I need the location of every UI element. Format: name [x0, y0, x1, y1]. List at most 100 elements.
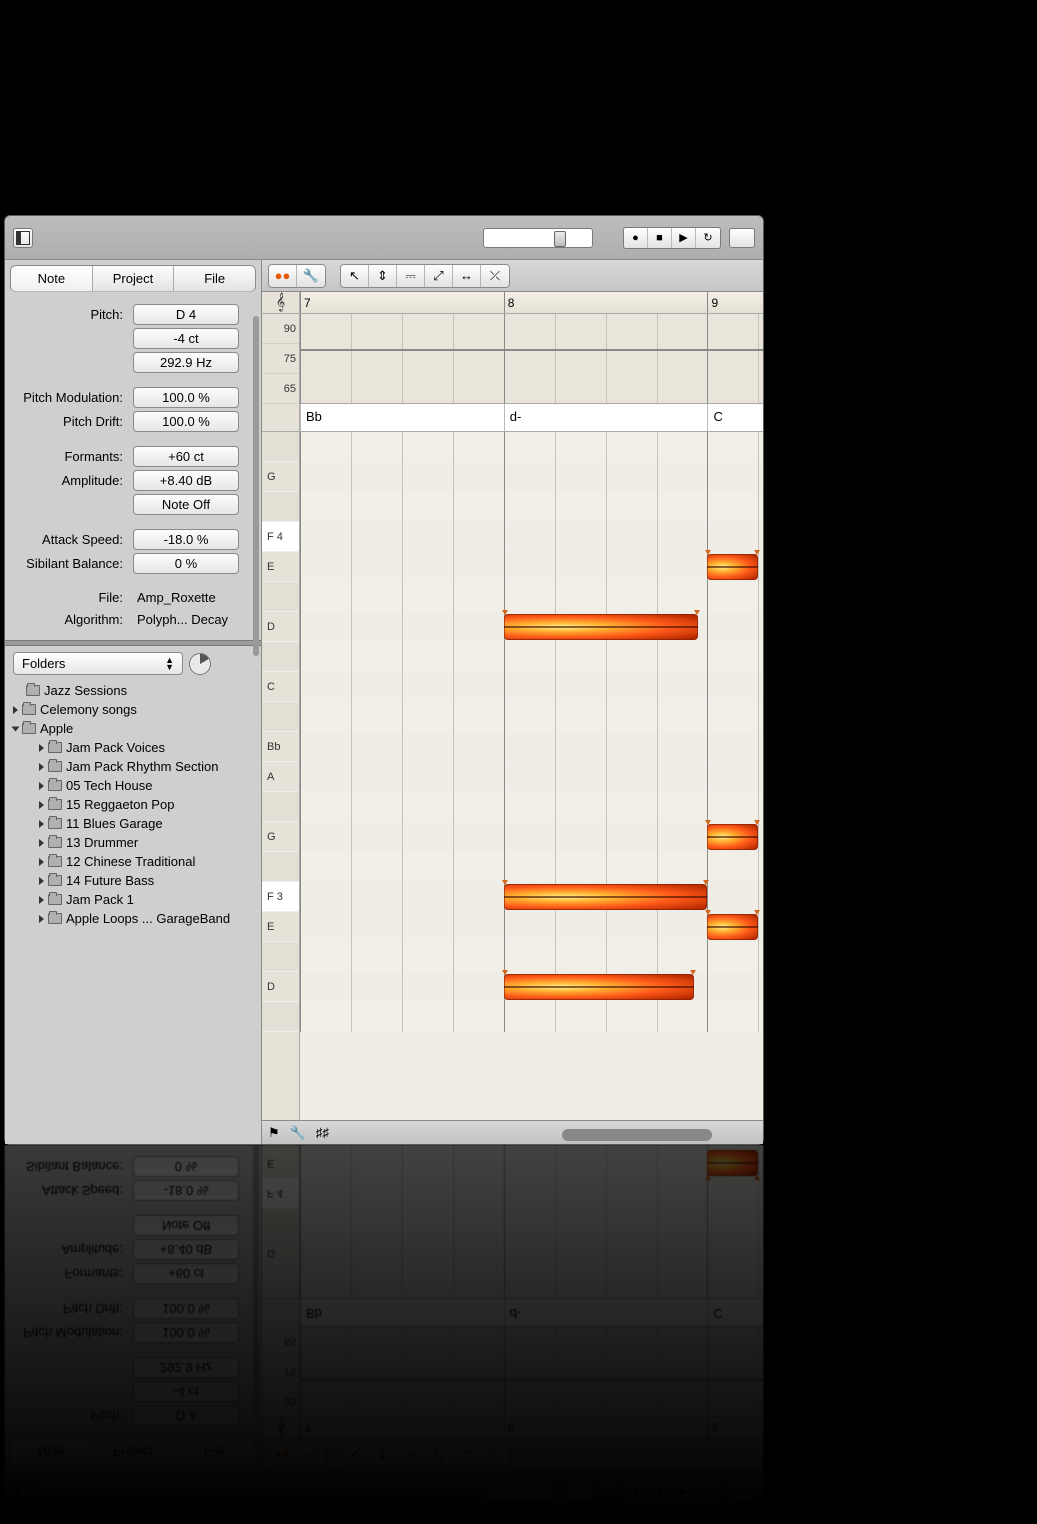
split-tool[interactable]: ⤫: [481, 265, 509, 287]
sidebar-scrollbar[interactable]: [253, 1145, 259, 1414]
pitch-lane[interactable]: [300, 1145, 763, 1298]
note-blob[interactable]: [504, 974, 694, 1000]
pitch-drift-field[interactable]: 100.0 %: [133, 1298, 239, 1319]
time-tool[interactable]: ↔: [453, 1444, 481, 1466]
folder-item[interactable]: Jam Pack 1: [13, 890, 253, 909]
note-blob[interactable]: [707, 1150, 758, 1176]
extra-button[interactable]: [729, 228, 755, 248]
blob-tool[interactable]: ●●: [269, 265, 297, 287]
sidebar-toggle-button[interactable]: [13, 228, 33, 248]
bar-ruler[interactable]: 7 8 9: [300, 292, 763, 314]
note-blob[interactable]: [707, 914, 758, 940]
tab-project[interactable]: Project: [93, 266, 175, 291]
bar-marker[interactable]: 9: [707, 1417, 718, 1438]
zoom-slider[interactable]: [483, 1483, 593, 1503]
folder-item[interactable]: Jam Pack Rhythm Section: [13, 757, 253, 776]
folder-item[interactable]: 11 Blues Garage: [13, 814, 253, 833]
pitch-hz-field[interactable]: 292.9 Hz: [133, 1357, 239, 1378]
attack-field[interactable]: -18.0 %: [133, 1180, 239, 1201]
bar-marker[interactable]: 8: [504, 1417, 515, 1438]
tab-file[interactable]: File: [174, 266, 255, 291]
folder-item[interactable]: 05 Tech House: [13, 776, 253, 795]
record-button[interactable]: ●: [624, 1483, 648, 1503]
pitch-drift-field[interactable]: 100.0 %: [133, 411, 239, 432]
browser-mode-select[interactable]: Folders ▲▼: [13, 652, 183, 675]
amplitude-lane[interactable]: [300, 1326, 763, 1416]
tab-note[interactable]: Note: [11, 266, 93, 291]
pitch-tool[interactable]: ⇕: [369, 1444, 397, 1466]
horizontal-scrollbar[interactable]: [562, 1129, 712, 1141]
wrench-icon[interactable]: 🔧: [290, 1125, 306, 1141]
tab-note[interactable]: Note: [11, 1439, 93, 1464]
formants-field[interactable]: +60 ct: [133, 1263, 239, 1284]
blob-tool[interactable]: ●●: [269, 1444, 297, 1466]
folder-item[interactable]: 13 Drummer: [13, 833, 253, 852]
amplitude-lane[interactable]: [300, 314, 763, 404]
sibilant-field[interactable]: 0 %: [133, 553, 239, 574]
amplitude-field[interactable]: +8.40 dB: [133, 470, 239, 491]
bar-marker[interactable]: 8: [504, 292, 515, 313]
amplitude-tool[interactable]: ⤢: [425, 1444, 453, 1466]
bar-marker[interactable]: 7: [300, 292, 311, 313]
noteoff-button[interactable]: Note Off: [133, 494, 239, 515]
chord-lane[interactable]: Bb d- C: [300, 404, 763, 432]
chord-marker[interactable]: d-: [504, 404, 522, 431]
split-tool[interactable]: ⤫: [481, 1444, 509, 1466]
formants-field[interactable]: +60 ct: [133, 446, 239, 467]
pitch-hz-field[interactable]: 292.9 Hz: [133, 352, 239, 373]
folder-item[interactable]: Apple: [13, 719, 253, 738]
folder-item[interactable]: Celemony songs: [13, 700, 253, 719]
arrow-tool[interactable]: ↖: [341, 1444, 369, 1466]
stop-button[interactable]: ■: [648, 228, 672, 248]
pitch-note-field[interactable]: D 4: [133, 1405, 239, 1426]
editor-grid[interactable]: 7 8 9 Bb d- C: [300, 292, 763, 1120]
note-blob[interactable]: [707, 824, 758, 850]
sidebar-toggle-button[interactable]: [13, 1483, 33, 1503]
note-blob[interactable]: [504, 614, 698, 640]
folder-item[interactable]: Apple Loops ... GarageBand: [13, 909, 253, 928]
pitch-mod-field[interactable]: 100.0 %: [133, 1322, 239, 1343]
pitch-cents-field[interactable]: -4 ct: [133, 328, 239, 349]
folder-item[interactable]: Jam Pack Voices: [13, 738, 253, 757]
editor-grid[interactable]: 789 Bbd-C: [300, 1145, 763, 1438]
extra-button[interactable]: [729, 1483, 755, 1503]
tab-file[interactable]: File: [174, 1439, 255, 1464]
bar-marker[interactable]: 9: [707, 292, 718, 313]
usage-pie-icon[interactable]: [189, 653, 211, 675]
chord-marker[interactable]: Bb: [300, 404, 322, 431]
chord-lane[interactable]: Bbd-C: [300, 1298, 763, 1326]
bar-ruler[interactable]: 789: [300, 1416, 763, 1438]
note-blob[interactable]: [504, 884, 708, 910]
play-button[interactable]: ▶: [672, 1483, 696, 1503]
formant-tool[interactable]: ⎓: [397, 1444, 425, 1466]
time-tool[interactable]: ↔: [453, 265, 481, 287]
flag-icon[interactable]: ⚑: [268, 1125, 280, 1141]
amplitude-field[interactable]: +8.40 dB: [133, 1239, 239, 1260]
formant-tool[interactable]: ⎓: [397, 265, 425, 287]
chord-marker[interactable]: C: [707, 404, 722, 431]
chord-marker[interactable]: C: [707, 1299, 722, 1326]
folder-item[interactable]: 12 Chinese Traditional: [13, 852, 253, 871]
note-blob[interactable]: [707, 554, 758, 580]
amplitude-tool[interactable]: ⤢: [425, 265, 453, 287]
attack-field[interactable]: -18.0 %: [133, 529, 239, 550]
wrench-tool[interactable]: 🔧: [297, 1444, 325, 1466]
stop-button[interactable]: ■: [648, 1483, 672, 1503]
folder-item[interactable]: Jazz Sessions: [13, 681, 253, 700]
folder-item[interactable]: 14 Future Bass: [13, 871, 253, 890]
sidebar-scrollbar[interactable]: [253, 316, 259, 656]
arrow-tool[interactable]: ↖: [341, 265, 369, 287]
pitch-note-field[interactable]: D 4: [133, 304, 239, 325]
loop-button[interactable]: ↻: [696, 228, 720, 248]
wrench-tool[interactable]: 🔧: [297, 265, 325, 287]
folder-item[interactable]: 15 Reggaeton Pop: [13, 795, 253, 814]
sibilant-field[interactable]: 0 %: [133, 1156, 239, 1177]
tab-project[interactable]: Project: [93, 1439, 175, 1464]
play-button[interactable]: ▶: [672, 228, 696, 248]
sharps-icon[interactable]: ♯♯: [316, 1125, 329, 1140]
pitch-tool[interactable]: ⇕: [369, 265, 397, 287]
zoom-slider[interactable]: [483, 228, 593, 248]
pitch-mod-field[interactable]: 100.0 %: [133, 387, 239, 408]
pitch-lane[interactable]: [300, 432, 763, 1032]
pitch-cents-field[interactable]: -4 ct: [133, 1381, 239, 1402]
